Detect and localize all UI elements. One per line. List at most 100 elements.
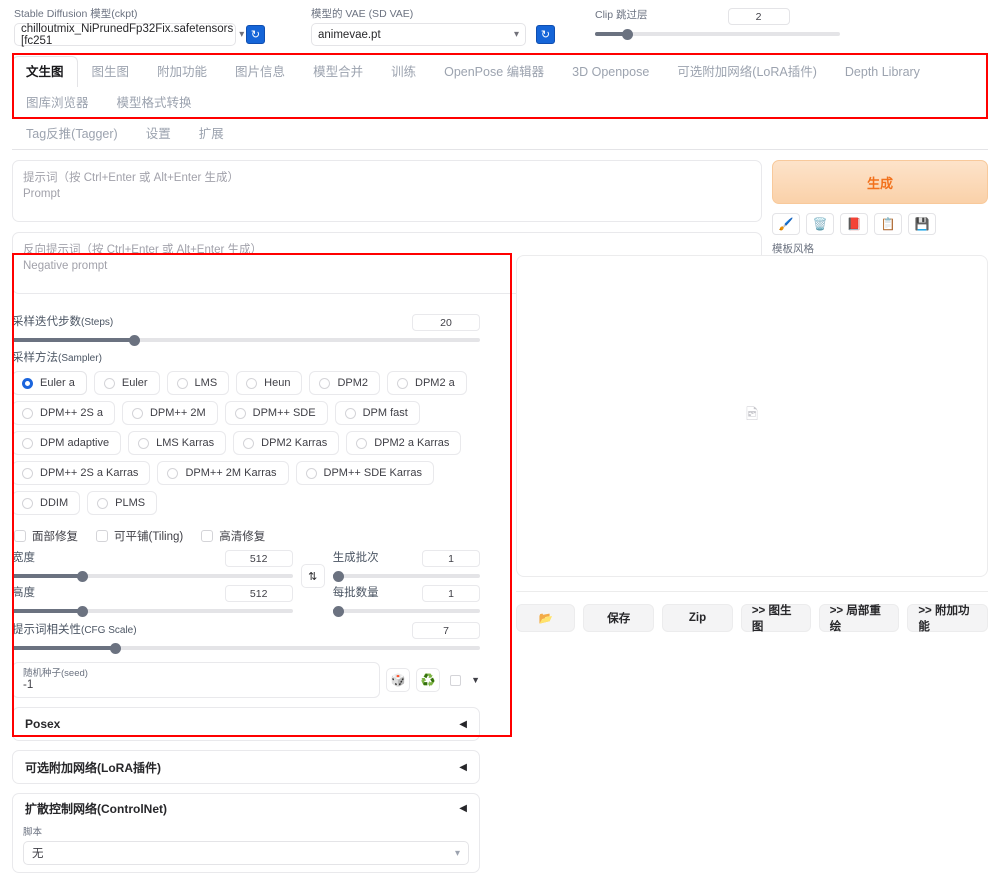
sampler-option-dpm2-a[interactable]: DPM2 a (387, 371, 467, 395)
clipboard-icon[interactable]: 📋 (874, 213, 902, 235)
radio-dot-icon (138, 438, 149, 449)
radio-dot-icon (319, 378, 330, 389)
vae-refresh-button[interactable]: ↻ (536, 25, 555, 44)
send-to-inpaint-button[interactable]: >> 局部重绘 (819, 604, 900, 632)
clip-skip-slider[interactable] (595, 32, 840, 36)
swap-arrows-icon[interactable]: ⇅ (301, 564, 325, 588)
width-slider[interactable] (12, 574, 293, 578)
vae-select[interactable]: animevae.pt ▾ (311, 23, 526, 46)
tab-settings[interactable]: 设置 (132, 118, 185, 149)
tab-img2img[interactable]: 图生图 (78, 56, 144, 87)
clip-skip-value[interactable]: 2 (728, 8, 790, 25)
open-folder-button[interactable]: 📂 (516, 604, 575, 632)
sampler-option-euler-a[interactable]: Euler a (12, 371, 87, 395)
checkpoint-refresh-button[interactable]: ↻ (246, 25, 265, 44)
radio-dot-icon (22, 438, 33, 449)
tab-image-browser[interactable]: 图库浏览器 (12, 87, 103, 118)
batch-count-value[interactable]: 1 (422, 550, 480, 567)
sampler-option-dpmpp-2m-karras[interactable]: DPM++ 2M Karras (157, 461, 288, 485)
height-label: 高度 (12, 586, 35, 601)
checkpoint-select[interactable]: chilloutmix_NiPrunedFp32Fix.safetensors … (14, 23, 236, 46)
checkbox-icon (14, 530, 26, 542)
tab-txt2img[interactable]: 文生图 (12, 56, 78, 87)
width-label: 宽度 (12, 551, 35, 566)
tab-checkpoint-merger[interactable]: 模型合并 (299, 56, 377, 87)
tab-extensions[interactable]: 扩展 (185, 118, 238, 149)
dice-icon[interactable]: 🎲 (386, 668, 410, 692)
clip-skip-label: Clip 跳过层 (595, 9, 648, 22)
script-value: 无 (32, 845, 44, 861)
radio-dot-icon (167, 468, 178, 479)
sampler-option-heun[interactable]: Heun (236, 371, 302, 395)
sampler-option-ddim[interactable]: DDIM (12, 491, 80, 515)
tab-model-converter[interactable]: 模型格式转换 (103, 87, 206, 118)
seed-extra-checkbox[interactable] (450, 675, 461, 686)
sampler-option-dpm2[interactable]: DPM2 (309, 371, 380, 395)
tab-train[interactable]: 训练 (377, 56, 430, 87)
steps-slider[interactable] (12, 338, 480, 342)
save-icon[interactable]: 💾 (908, 213, 936, 235)
checkbox-hires-fix[interactable]: 高清修复 (201, 528, 265, 544)
sampler-option-dpmpp-sde[interactable]: DPM++ SDE (225, 401, 328, 425)
save-button[interactable]: 保存 (583, 604, 654, 632)
generate-button[interactable]: 生成 (772, 160, 988, 204)
cfg-scale-value[interactable]: 7 (412, 622, 480, 639)
tab-openpose-editor[interactable]: OpenPose 编辑器 (430, 56, 558, 87)
batch-count-slider[interactable] (333, 574, 480, 578)
tab-3d-openpose[interactable]: 3D Openpose (558, 56, 663, 87)
batch-size-value[interactable]: 1 (422, 585, 480, 602)
steps-value[interactable]: 20 (412, 314, 480, 331)
seed-input[interactable]: 随机种子(seed) -1 (12, 662, 380, 698)
trash-icon[interactable]: 🗑️ (806, 213, 834, 235)
sampler-option-lms-karras[interactable]: LMS Karras (128, 431, 226, 455)
batch-size-slider[interactable] (333, 609, 480, 613)
seed-label: 随机种子(seed) (23, 668, 369, 679)
prompt-tool-icon-row: 🖌️ 🗑️ 📕 📋 💾 (772, 213, 988, 235)
checkbox-restore-faces[interactable]: 面部修复 (14, 528, 78, 544)
sampler-option-dpmpp-2s-a-karras[interactable]: DPM++ 2S a Karras (12, 461, 150, 485)
output-button-row: 📂 保存 Zip >> 图生图 >> 局部重绘 >> 附加功能 (516, 604, 988, 632)
sampler-option-dpm2-karras[interactable]: DPM2 Karras (233, 431, 339, 455)
sampler-option-euler[interactable]: Euler (94, 371, 160, 395)
vae-field: 模型的 VAE (SD VAE) animevae.pt ▾ (311, 8, 526, 46)
sampler-option-dpm-adaptive[interactable]: DPM adaptive (12, 431, 121, 455)
recycle-icon[interactable]: ♻️ (416, 668, 440, 692)
batch-count-control: 生成批次 1 (333, 550, 480, 578)
send-to-img2img-button[interactable]: >> 图生图 (741, 604, 811, 632)
tab-depth-library[interactable]: Depth Library (831, 56, 934, 87)
chevron-down-icon: ▾ (514, 29, 519, 40)
positive-prompt-input[interactable]: 提示词（按 Ctrl+Enter 或 Alt+Enter 生成） Prompt (12, 160, 762, 222)
accordion-posex[interactable]: Posex ◀ (12, 707, 480, 741)
checkbox-tiling[interactable]: 可平铺(Tiling) (96, 528, 183, 544)
tab-tagger[interactable]: Tag反推(Tagger) (12, 118, 132, 149)
height-slider[interactable] (12, 609, 293, 613)
image-placeholder-icon: 🖻︎ (746, 404, 758, 429)
sampler-option-plms[interactable]: PLMS (87, 491, 157, 515)
accordion-controlnet[interactable]: 扩散控制网络(ControlNet) ◀ (12, 793, 480, 823)
height-value[interactable]: 512 (225, 585, 293, 602)
sampler-option-dpmpp-2s-a[interactable]: DPM++ 2S a (12, 401, 115, 425)
book-icon[interactable]: 📕 (840, 213, 868, 235)
radio-dot-icon (104, 378, 115, 389)
script-select[interactable]: 无 ▾ (23, 841, 469, 865)
sampler-option-lms[interactable]: LMS (167, 371, 230, 395)
tab-extras[interactable]: 附加功能 (143, 56, 221, 87)
seed-expand-caret-icon[interactable]: ▼ (471, 675, 480, 685)
paintbrush-icon[interactable]: 🖌️ (772, 213, 800, 235)
sampler-option-dpmpp-2m[interactable]: DPM++ 2M (122, 401, 218, 425)
tab-png-info[interactable]: 图片信息 (221, 56, 299, 87)
sampler-option-dpmpp-sde-karras[interactable]: DPM++ SDE Karras (296, 461, 434, 485)
cfg-scale-slider[interactable] (12, 646, 480, 650)
tab-lora-additional-networks[interactable]: 可选附加网络(LoRA插件) (663, 56, 831, 87)
sampler-option-dpm-fast[interactable]: DPM fast (335, 401, 420, 425)
sampler-option-dpm2-a-karras[interactable]: DPM2 a Karras (346, 431, 461, 455)
zip-button[interactable]: Zip (662, 604, 733, 632)
width-value[interactable]: 512 (225, 550, 293, 567)
radio-dot-icon (243, 438, 254, 449)
accordion-lora[interactable]: 可选附加网络(LoRA插件) ◀ (12, 750, 480, 784)
radio-dot-icon (97, 498, 108, 509)
batch-count-label: 生成批次 (333, 551, 379, 566)
send-to-extras-button[interactable]: >> 附加功能 (907, 604, 988, 632)
image-output-area[interactable]: 🖻︎ (516, 255, 988, 577)
feature-checkbox-row: 面部修复 可平铺(Tiling) 高清修复 (14, 528, 480, 544)
